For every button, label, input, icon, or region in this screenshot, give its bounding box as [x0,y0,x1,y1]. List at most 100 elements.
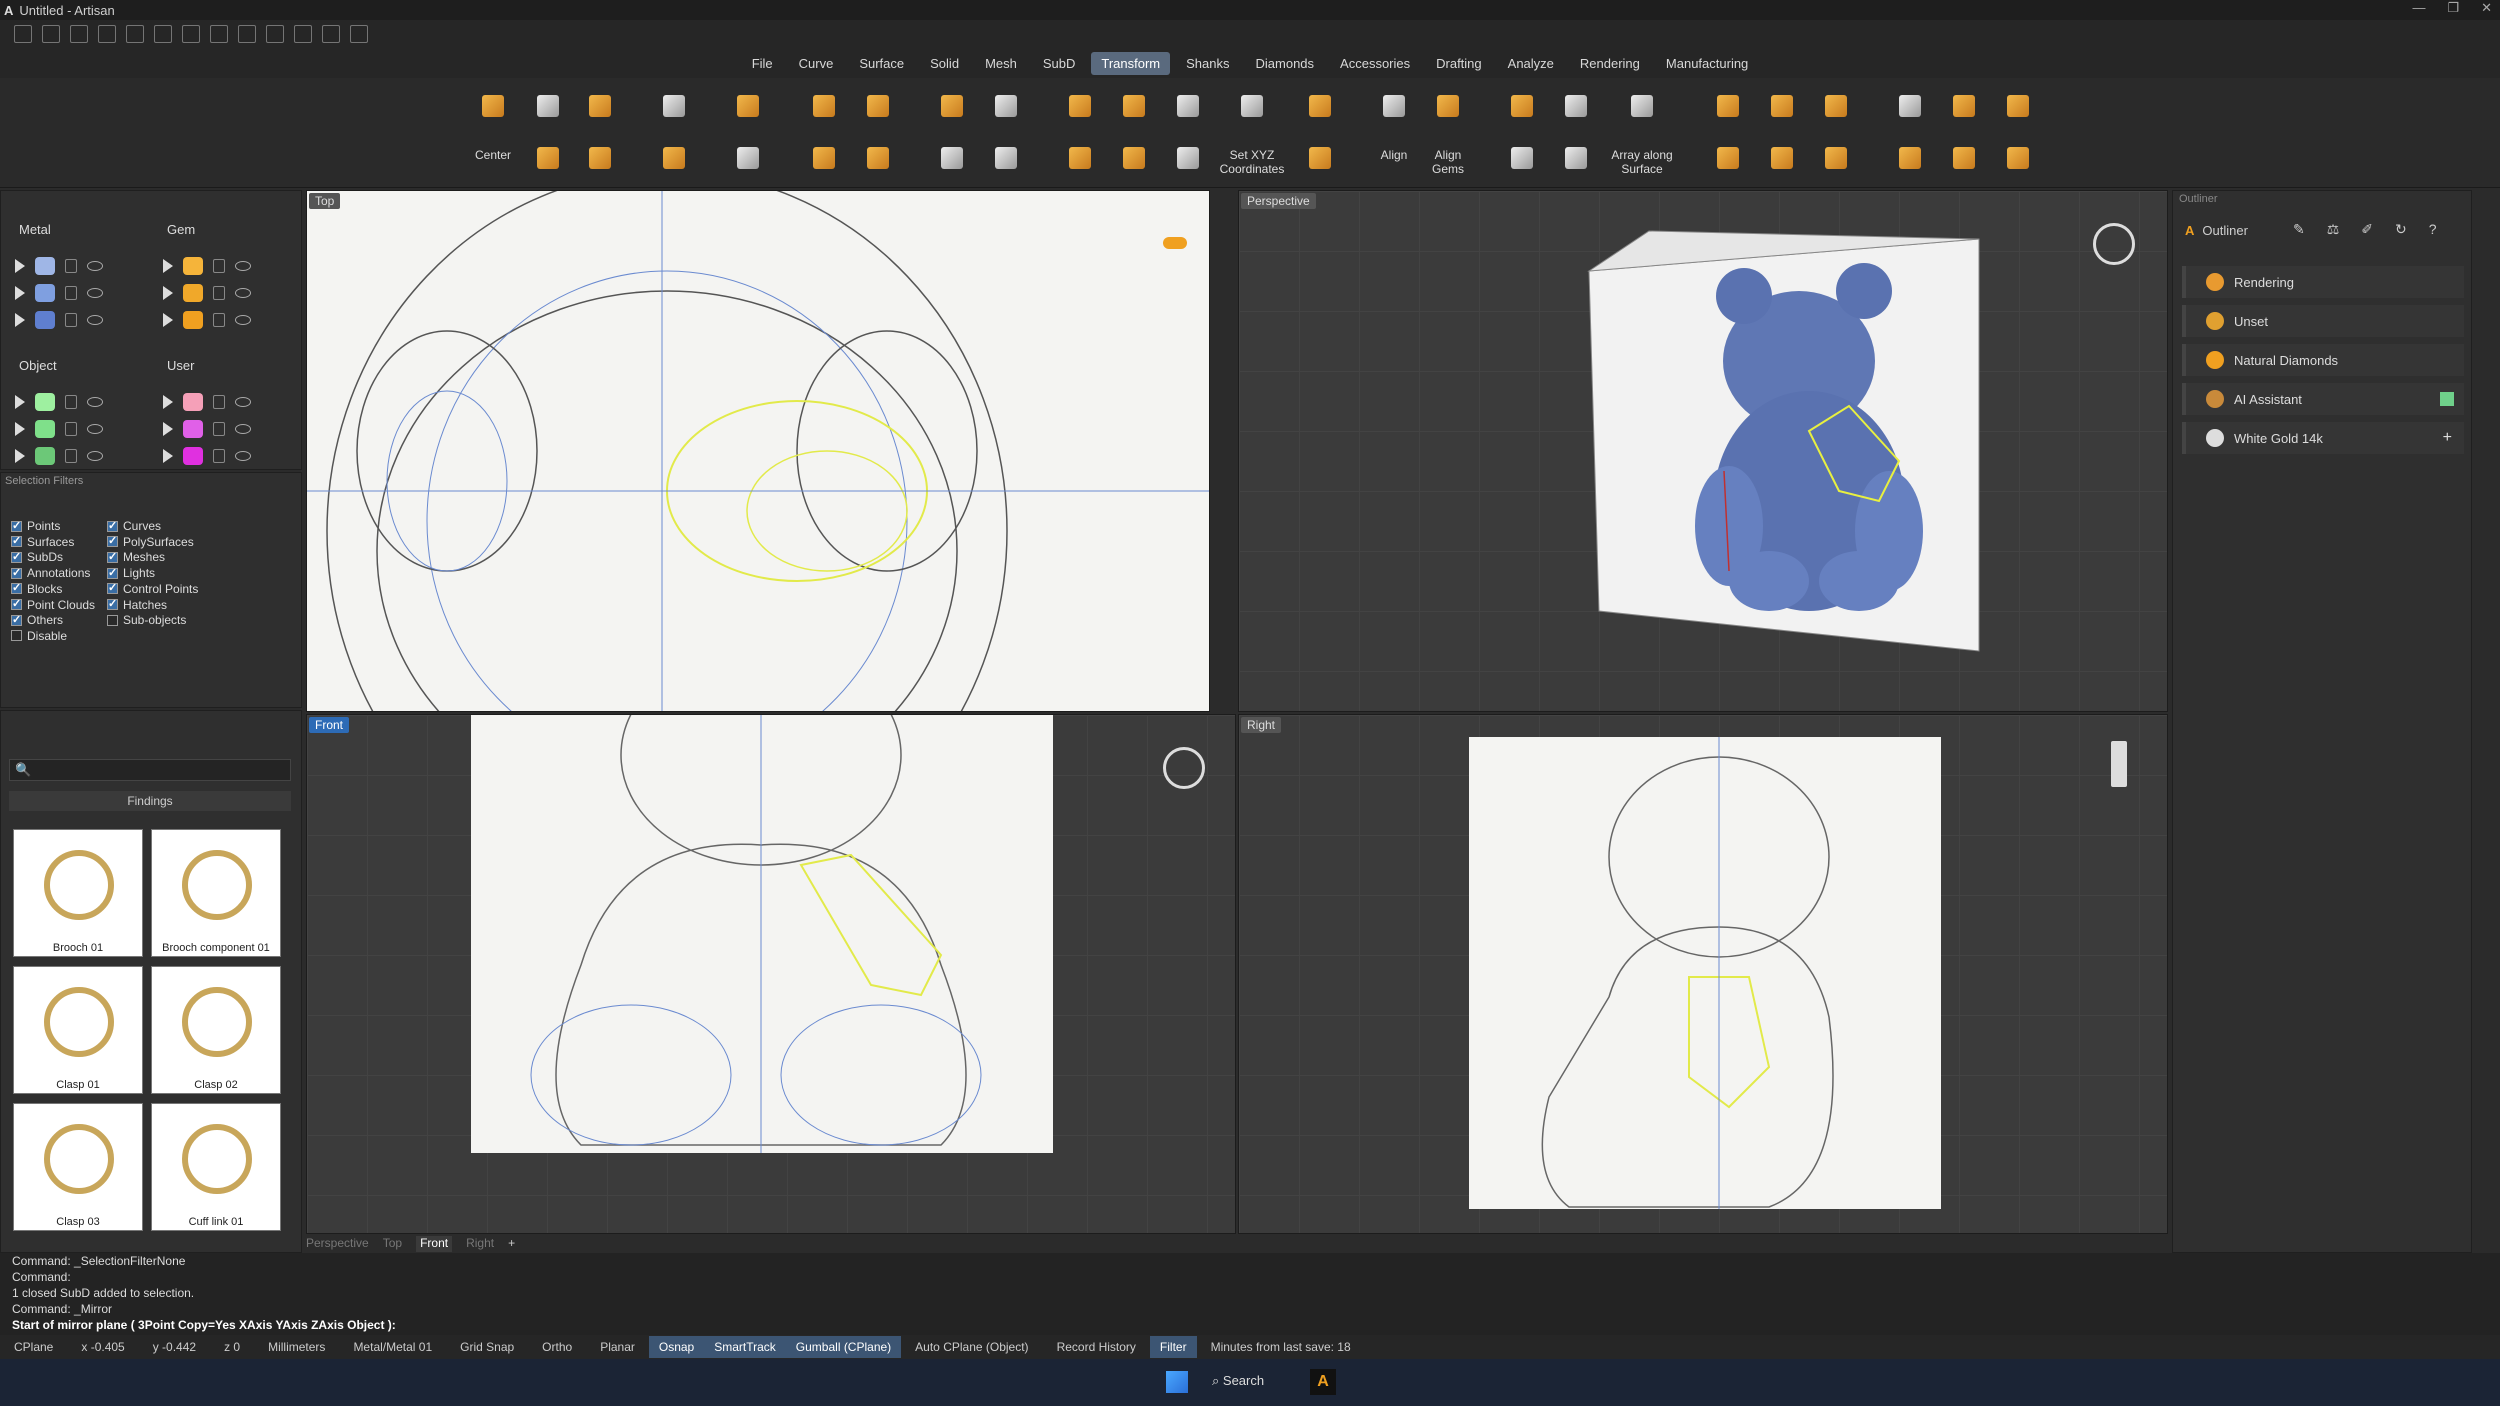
filter-checkbox[interactable]: Lights [107,566,155,580]
eye-icon[interactable] [87,261,103,271]
menu-mesh[interactable]: Mesh [975,52,1027,75]
lock-icon[interactable] [213,259,225,273]
checkbox-box[interactable] [107,534,118,548]
tab-top[interactable]: Top [383,1236,402,1252]
import-icon[interactable] [98,25,116,43]
rail-icon[interactable] [1762,86,1802,126]
add-tab-icon[interactable]: + [508,1236,515,1252]
filter-checkbox[interactable]: Sub-objects [107,613,186,627]
gem-copy-icon[interactable] [858,86,898,126]
edit-icon[interactable]: ✐ [2361,221,2373,238]
layer-row[interactable] [15,307,103,333]
checkbox-box[interactable] [11,566,22,579]
help-icon[interactable]: ? [2429,221,2437,238]
gems-icon[interactable] [294,25,312,43]
array-icon[interactable] [1502,138,1542,178]
align-button[interactable] [1374,86,1414,126]
play-icon[interactable] [15,259,25,273]
gem-cube-icon[interactable] [858,138,898,178]
layer-row[interactable] [15,443,103,469]
viewport-tab-right[interactable]: Right [1241,717,1282,733]
eye-icon[interactable] [87,288,103,298]
gem-flow-icon[interactable] [1060,138,1100,178]
cutter2-icon[interactable] [1816,138,1856,178]
menu-transform[interactable]: Transform [1091,51,1171,75]
layer-color-swatch[interactable] [183,311,203,329]
viewport-front[interactable]: Front [306,714,1236,1234]
measure-icon[interactable] [266,25,284,43]
mirror-icon[interactable] [932,138,972,178]
command-prompt[interactable]: Start of mirror plane ( 3Point Copy=Yes … [0,1317,2500,1333]
menu-curve[interactable]: Curve [789,52,844,75]
filter-checkbox[interactable]: Curves [107,519,161,533]
checkbox-box[interactable] [107,614,118,626]
menu-solid[interactable]: Solid [920,52,969,75]
menu-manufacturing[interactable]: Manufacturing [1656,52,1758,75]
layer-color-swatch[interactable] [35,447,55,465]
lock-icon[interactable] [65,422,77,436]
library-item[interactable]: Clasp 03 [13,1103,143,1231]
refresh-icon[interactable]: ↻ [2395,221,2407,238]
checkbox-box[interactable] [107,550,118,563]
eye-icon[interactable] [235,288,251,298]
gem-align-icon[interactable] [1060,86,1100,126]
gumball-toggle[interactable]: Gumball (CPlane) [785,1336,902,1358]
rotate-icon[interactable] [580,86,620,126]
layer-color-swatch[interactable] [35,284,55,302]
checkbox-box[interactable] [11,519,22,532]
viewport-top[interactable]: Top [306,190,1210,712]
layer-row[interactable] [163,443,251,469]
smarttrack-toggle[interactable]: SmartTrack [704,1336,786,1358]
artisan-taskbar-icon[interactable]: A [1310,1369,1336,1395]
rail2-icon[interactable] [1762,138,1802,178]
redo-icon[interactable] [154,25,172,43]
orient3d-icon[interactable] [728,138,768,178]
ring-view-icon[interactable] [2093,223,2135,265]
pointer-icon[interactable] [1168,86,1208,126]
cutter-icon[interactable] [1816,86,1856,126]
gem-orient-icon[interactable] [804,86,844,126]
maximize-button[interactable]: ❐ [2447,0,2459,16]
mirror-axis-icon[interactable] [986,86,1026,126]
filter-checkbox[interactable]: Hatches [107,597,167,612]
menu-file[interactable]: File [742,52,783,75]
eye-icon[interactable] [235,397,251,407]
checkbox-box[interactable] [107,519,118,532]
copy-icon[interactable] [528,138,568,178]
lock-icon[interactable] [65,259,77,273]
gem-surface-icon[interactable] [1114,86,1154,126]
array-curve-icon[interactable] [1556,138,1596,178]
lock-icon[interactable] [65,395,77,409]
bezel3-icon[interactable] [1944,138,1984,178]
play-icon[interactable] [15,422,25,436]
mirror-plane-icon[interactable] [986,138,1026,178]
outliner-row-diamonds[interactable]: Natural Diamonds [2182,344,2464,376]
library-item[interactable]: Clasp 01 [13,966,143,1094]
layer-color-swatch[interactable] [183,393,203,411]
save-as-icon[interactable] [210,25,228,43]
play-icon[interactable] [15,313,25,327]
menu-diamonds[interactable]: Diamonds [1246,52,1325,75]
play-icon[interactable] [163,286,173,300]
eye-icon[interactable] [235,261,251,271]
move-icon[interactable] [528,86,568,126]
export-icon[interactable] [238,25,256,43]
library-item[interactable]: Cuff link 01 [151,1103,281,1231]
checkbox-box[interactable] [107,597,118,610]
gem-curve-icon[interactable] [1114,138,1154,178]
outliner-row-white-gold[interactable]: White Gold 14k + [2182,422,2464,454]
layer-color-swatch[interactable] [183,257,203,275]
units-label[interactable]: Millimeters [254,1340,339,1354]
layer-row[interactable] [15,389,103,415]
bezel4-icon[interactable] [1998,86,2038,126]
layer-row[interactable] [163,389,251,415]
eye-icon[interactable] [87,424,103,434]
stretch-icon[interactable] [1168,138,1208,178]
checkbox-box[interactable] [11,550,22,563]
play-icon[interactable] [163,449,173,463]
bezel2-icon[interactable] [1944,86,1984,126]
menu-subd[interactable]: SubD [1033,52,1086,75]
lock-icon[interactable] [65,449,77,463]
checkbox-box[interactable] [11,581,22,595]
viewport-perspective[interactable]: Perspective [1238,190,2168,712]
